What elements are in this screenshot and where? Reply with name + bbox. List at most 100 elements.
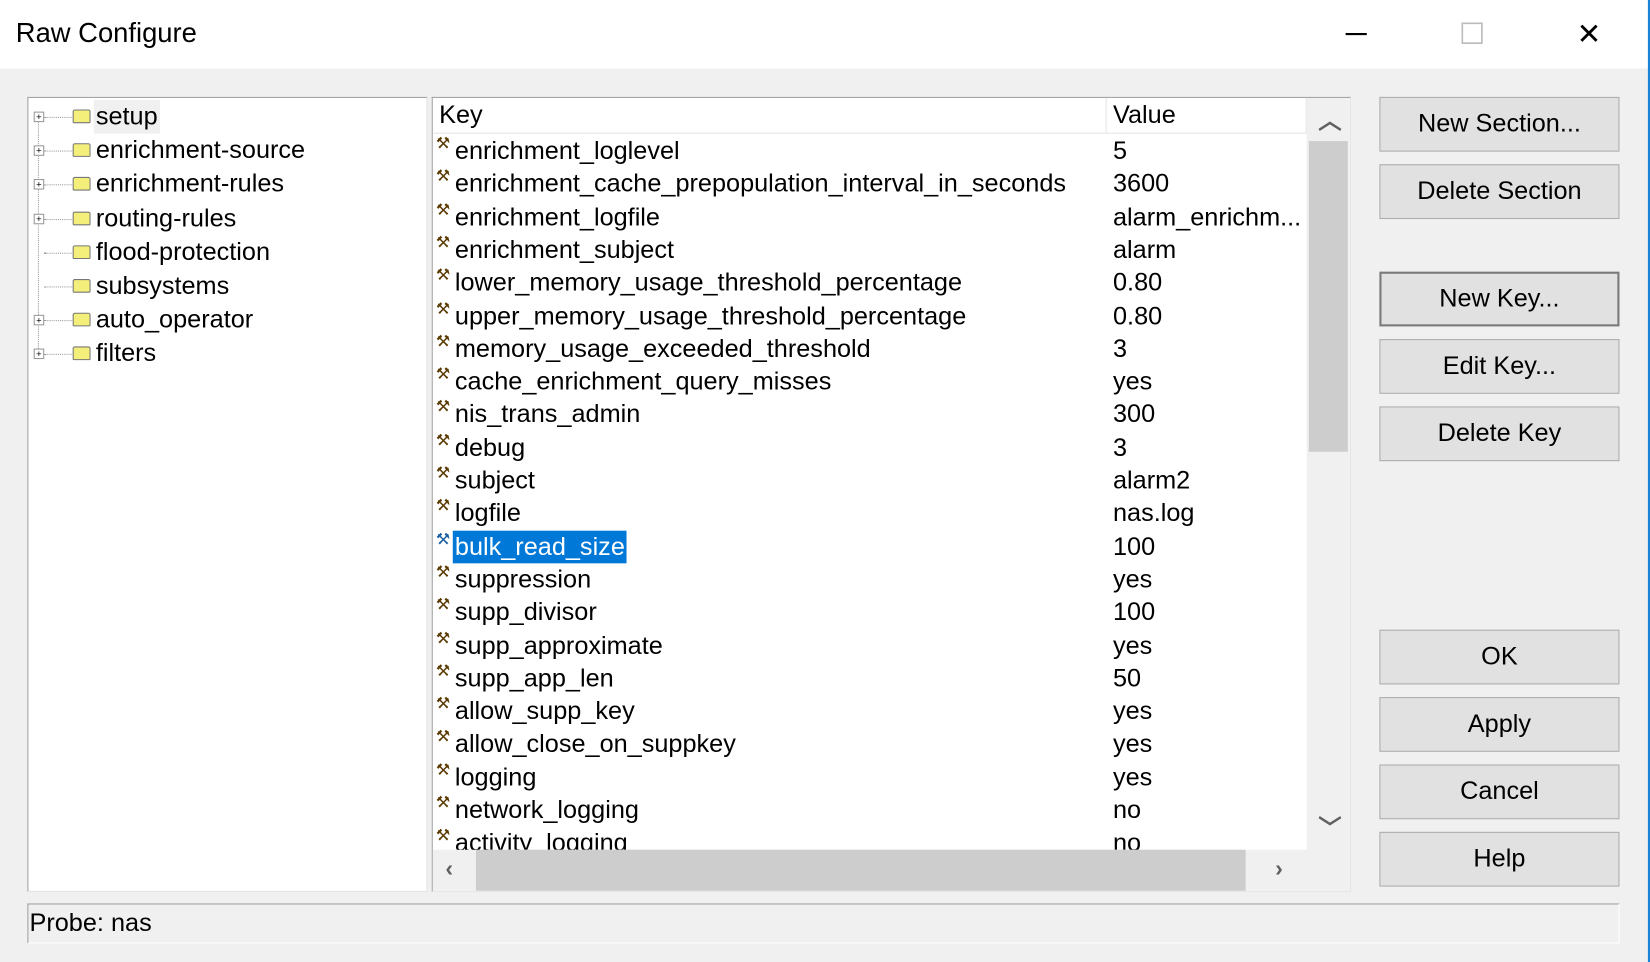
key-cell: subject xyxy=(454,466,535,495)
vertical-scrollbar[interactable]: ︿ ﹀ xyxy=(1306,97,1350,850)
table-row[interactable]: ⚒ supp_app_len 50 xyxy=(433,662,1307,695)
new-section-button[interactable]: New Section... xyxy=(1379,96,1620,152)
expand-icon[interactable]: + xyxy=(33,111,45,123)
table-row[interactable]: ⚒ enrichment_logfile alarm_enrichm... xyxy=(433,201,1307,234)
folder-icon xyxy=(72,143,91,158)
expand-icon[interactable]: + xyxy=(33,315,45,326)
key-icon: ⚒ xyxy=(435,398,451,417)
value-cell: yes xyxy=(1112,631,1153,660)
value-cell: yes xyxy=(1112,367,1153,397)
delete-section-button[interactable]: Delete Section xyxy=(1379,164,1620,220)
value-cell: yes xyxy=(1112,730,1153,759)
scroll-left-icon[interactable]: ‹ xyxy=(445,855,453,882)
key-cell: debug xyxy=(454,433,526,462)
key-icon: ⚒ xyxy=(435,167,451,186)
key-icon: ⚒ xyxy=(435,695,451,713)
key-cell: network_logging xyxy=(454,796,639,825)
tree-item-label: subsystems xyxy=(95,271,230,301)
expand-icon[interactable]: + xyxy=(33,213,45,224)
key-cell: enrichment_cache_prepopulation_interval_… xyxy=(454,169,1067,199)
tree-item-label: filters xyxy=(95,339,157,368)
key-cell: enrichment_loglevel xyxy=(454,136,680,166)
table-row[interactable]: ⚒ supp_approximate yes xyxy=(433,629,1307,662)
title-bar: Raw Configure ─ ☐ ✕ xyxy=(0,0,1648,69)
cancel-button[interactable]: Cancel xyxy=(1379,764,1620,820)
key-icon: ⚒ xyxy=(435,826,451,845)
raw-configure-dialog: Raw Configure ─ ☐ ✕ + setup + enrichment-so… xyxy=(0,0,1650,962)
table-row[interactable]: ⚒ logging yes xyxy=(433,761,1307,794)
scroll-right-icon[interactable]: › xyxy=(1275,855,1283,882)
key-cell: supp_approximate xyxy=(454,631,663,660)
horizontal-scrollbar[interactable]: ‹ › xyxy=(432,849,1350,891)
table-row[interactable]: ⚒ allow_close_on_suppkey yes xyxy=(433,728,1307,761)
table-row[interactable]: ⚒ nis_trans_admin 300 xyxy=(433,398,1307,431)
key-icon: ⚒ xyxy=(435,134,451,153)
tree-item-label: routing-rules xyxy=(95,203,237,233)
value-cell: 3 xyxy=(1112,334,1128,364)
table-row[interactable]: ⚒ network_logging no xyxy=(433,794,1307,827)
key-icon: ⚒ xyxy=(435,497,451,516)
folder-icon xyxy=(72,211,91,225)
key-cell: lower_memory_usage_threshold_percentage xyxy=(454,268,963,298)
value-cell: alarm_enrichm... xyxy=(1112,202,1302,232)
status-bar: Probe: nas xyxy=(27,903,1620,944)
vertical-scroll-thumb[interactable] xyxy=(1308,141,1348,452)
table-row[interactable]: ⚒ subject alarm2 xyxy=(433,464,1307,497)
tree-item-label: flood-protection xyxy=(95,237,271,267)
table-row[interactable]: ⚒ supp_divisor 100 xyxy=(433,596,1307,629)
help-button[interactable]: Help xyxy=(1379,831,1620,887)
value-cell: nas.log xyxy=(1112,499,1195,528)
key-cell: enrichment_logfile xyxy=(454,202,660,232)
key-icon: ⚒ xyxy=(435,662,451,681)
table-row[interactable]: ⚒ logfile nas.log xyxy=(433,497,1307,530)
value-cell: 0.80 xyxy=(1112,268,1163,298)
table-row[interactable]: ⚒ debug 3 xyxy=(433,431,1307,464)
scroll-down-icon[interactable]: ﹀ xyxy=(1318,810,1341,844)
minimize-button[interactable]: ─ xyxy=(1325,8,1388,59)
key-value-list[interactable]: Key Value ⚒ enrichment_loglevel 5 ⚒ enrichme… xyxy=(431,96,1351,892)
ok-button[interactable]: OK xyxy=(1379,629,1620,685)
folder-icon xyxy=(72,312,91,327)
key-cell: supp_divisor xyxy=(454,598,597,627)
new-key-button[interactable]: New Key... xyxy=(1379,271,1620,327)
close-button[interactable]: ✕ xyxy=(1557,8,1620,59)
value-cell: alarm xyxy=(1112,235,1177,265)
table-row[interactable]: ⚒ enrichment_subject alarm xyxy=(433,234,1307,267)
table-row[interactable]: ⚒ enrichment_cache_prepopulation_interval… xyxy=(433,168,1307,201)
value-cell: 5 xyxy=(1112,136,1128,166)
tree-item-label: auto_operator xyxy=(95,305,254,334)
value-cell: yes xyxy=(1112,697,1153,726)
maximize-button[interactable]: ☐ xyxy=(1440,8,1503,59)
key-cell: enrichment_subject xyxy=(454,235,675,265)
table-row[interactable]: ⚒ upper_memory_usage_threshold_percentage… xyxy=(433,300,1307,333)
table-row[interactable]: ⚒ enrichment_loglevel 5 xyxy=(433,135,1307,168)
key-icon: ⚒ xyxy=(435,464,451,483)
section-tree[interactable]: + setup + enrichment-source + enrichment-rule… xyxy=(27,96,428,892)
key-cell: cache_enrichment_query_misses xyxy=(454,367,832,397)
value-cell: 100 xyxy=(1112,532,1156,561)
table-row[interactable]: ⚒ memory_usage_exceeded_threshold 3 xyxy=(433,333,1307,366)
value-cell: 300 xyxy=(1112,400,1156,429)
key-icon: ⚒ xyxy=(435,629,451,648)
expand-icon[interactable]: + xyxy=(33,145,45,157)
key-cell: allow_supp_key xyxy=(454,697,635,726)
column-header-key[interactable]: Key xyxy=(432,97,1107,134)
table-row[interactable]: ⚒ bulk_read_size 100 xyxy=(433,530,1307,563)
delete-key-button[interactable]: Delete Key xyxy=(1379,406,1620,462)
table-row[interactable]: ⚒ cache_enrichment_query_misses yes xyxy=(433,365,1307,398)
key-icon: ⚒ xyxy=(435,563,451,582)
expand-icon[interactable]: + xyxy=(33,348,45,360)
apply-button[interactable]: Apply xyxy=(1379,697,1620,752)
edit-key-button[interactable]: Edit Key... xyxy=(1379,339,1620,394)
key-icon: ⚒ xyxy=(435,793,451,812)
scroll-up-icon[interactable]: ︿ xyxy=(1318,102,1341,136)
table-row[interactable]: ⚒ lower_memory_usage_threshold_percentage… xyxy=(433,267,1307,300)
tree-item-label: enrichment-rules xyxy=(95,169,285,199)
horizontal-scroll-thumb[interactable] xyxy=(475,849,1246,891)
table-row[interactable]: ⚒ suppression yes xyxy=(433,563,1307,596)
key-icon: ⚒ xyxy=(435,233,451,252)
table-row[interactable]: ⚒ allow_supp_key yes xyxy=(433,695,1307,728)
expand-icon[interactable]: + xyxy=(33,179,45,190)
key-cell: nis_trans_admin xyxy=(454,400,641,429)
column-header-value[interactable]: Value xyxy=(1106,97,1307,134)
